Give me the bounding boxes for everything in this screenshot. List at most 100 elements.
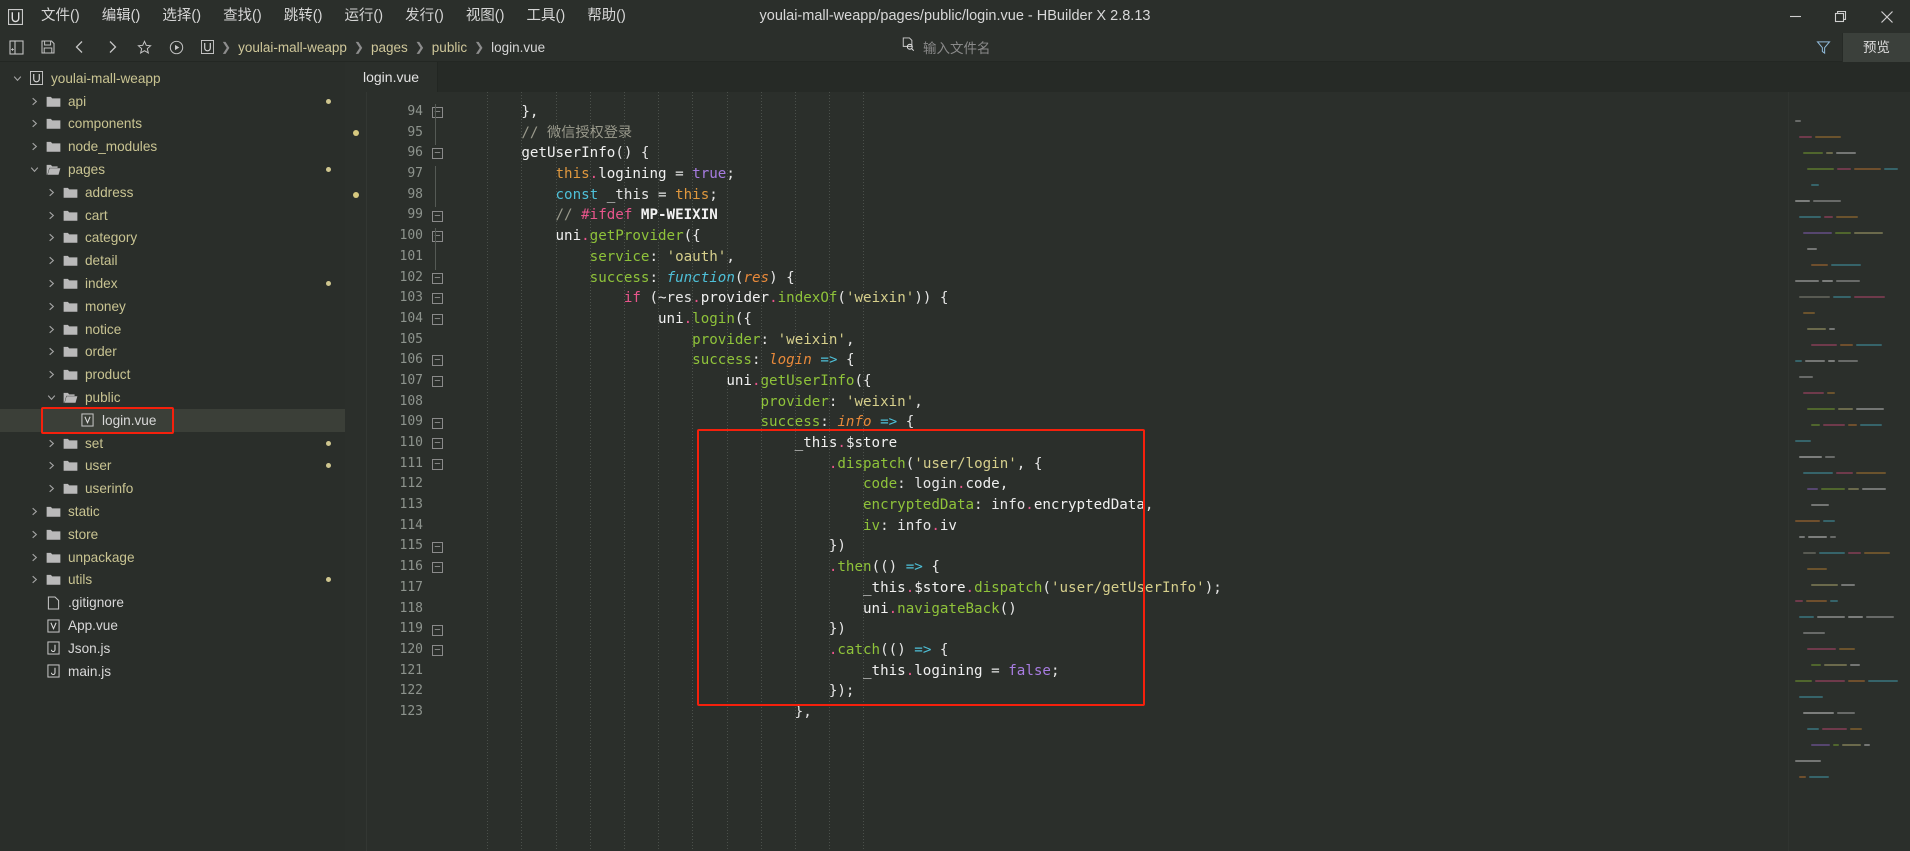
- chevron-right-icon[interactable]: [25, 96, 43, 107]
- tree-item-user[interactable]: user: [0, 455, 345, 478]
- code-line[interactable]: _this.$store: [449, 433, 1788, 454]
- code-line[interactable]: uni.navigateBack(): [449, 599, 1788, 620]
- code-line[interactable]: // #ifdef MP-WEIXIN: [449, 205, 1788, 226]
- code-line[interactable]: success: login => {: [449, 350, 1788, 371]
- code-text[interactable]: }, // 微信授权登录 getUserInfo() { this.logini…: [449, 92, 1788, 723]
- chevron-right-icon[interactable]: [42, 210, 60, 221]
- tree-item-cart[interactable]: cart: [0, 204, 345, 227]
- tree-item-money[interactable]: money: [0, 295, 345, 318]
- code-line[interactable]: code: login.code,: [449, 474, 1788, 495]
- code-area[interactable]: }, // 微信授权登录 getUserInfo() { this.logini…: [449, 92, 1788, 851]
- chevron-right-icon[interactable]: [42, 301, 60, 312]
- breadcrumb[interactable]: ❯ youlai-mall-weapp ❯ pages ❯ public ❯ l…: [198, 40, 549, 55]
- code-line[interactable]: _this.$store.dispatch('user/getUserInfo'…: [449, 578, 1788, 599]
- chevron-right-icon[interactable]: [42, 255, 60, 266]
- bookmark-dot[interactable]: [353, 129, 359, 136]
- fold-toggle-icon[interactable]: –: [432, 210, 443, 222]
- tree-item-product[interactable]: product: [0, 363, 345, 386]
- vertical-scrollbar[interactable]: [1898, 92, 1910, 851]
- chevron-right-icon[interactable]: [42, 483, 60, 494]
- chevron-right-icon[interactable]: [25, 141, 43, 152]
- chevron-right-icon[interactable]: [42, 187, 60, 198]
- code-line[interactable]: provider: 'weixin',: [449, 392, 1788, 413]
- fold-toggle-icon[interactable]: –: [432, 148, 443, 160]
- back-button[interactable]: [64, 33, 96, 62]
- tree-item-node-modules[interactable]: node_modules: [0, 135, 345, 158]
- breadcrumb-item-project[interactable]: youlai-mall-weapp: [234, 40, 351, 55]
- tree-item-utils[interactable]: utils: [0, 569, 345, 592]
- code-line[interactable]: success: function(res) {: [449, 268, 1788, 289]
- code-line[interactable]: }): [449, 619, 1788, 640]
- tree-item-youlai-mall-weapp[interactable]: youlai-mall-weapp: [0, 67, 345, 90]
- save-button[interactable]: [32, 33, 64, 62]
- forward-button[interactable]: [96, 33, 128, 62]
- code-line[interactable]: }): [449, 536, 1788, 557]
- chevron-right-icon[interactable]: [42, 346, 60, 357]
- tree-item-app-vue[interactable]: App.vue: [0, 614, 345, 637]
- minimap[interactable]: [1788, 92, 1898, 851]
- tree-item-api[interactable]: api: [0, 90, 345, 113]
- code-line[interactable]: .then(() => {: [449, 557, 1788, 578]
- menu-item-find[interactable]: 查找(): [212, 0, 273, 33]
- chevron-right-icon[interactable]: [42, 232, 60, 243]
- menu-item-publish[interactable]: 发行(): [394, 0, 455, 33]
- editor-tabstrip[interactable]: login.vue: [345, 62, 1910, 92]
- star-icon[interactable]: [128, 33, 160, 62]
- menu-item-goto[interactable]: 跳转(): [273, 0, 334, 33]
- preview-button[interactable]: 预览: [1842, 32, 1910, 62]
- tree-item-category[interactable]: category: [0, 227, 345, 250]
- code-line[interactable]: encryptedData: info.encryptedData,: [449, 495, 1788, 516]
- code-line[interactable]: if (~res.provider.indexOf('weixin')) {: [449, 288, 1788, 309]
- close-button[interactable]: [1864, 0, 1910, 33]
- tree-item-public[interactable]: public: [0, 386, 345, 409]
- code-line[interactable]: _this.logining = false;: [449, 661, 1788, 682]
- breadcrumb-item-pages[interactable]: pages: [367, 40, 412, 55]
- minimize-button[interactable]: [1772, 0, 1818, 33]
- menu-item-run[interactable]: 运行(): [333, 0, 394, 33]
- tree-item-notice[interactable]: notice: [0, 318, 345, 341]
- chevron-right-icon[interactable]: [42, 278, 60, 289]
- funnel-icon[interactable]: [1808, 40, 1838, 55]
- fold-toggle-icon[interactable]: –: [432, 107, 443, 118]
- breadcrumb-item-file[interactable]: login.vue: [487, 40, 549, 55]
- chevron-right-icon[interactable]: [42, 438, 60, 449]
- tree-item-pages[interactable]: pages: [0, 158, 345, 181]
- tree-item-store[interactable]: store: [0, 523, 345, 546]
- tab-login-vue[interactable]: login.vue: [345, 62, 439, 92]
- tree-item-userinfo[interactable]: userinfo: [0, 477, 345, 500]
- tree-item-address[interactable]: address: [0, 181, 345, 204]
- fold-toggle-icon[interactable]: –: [432, 293, 443, 305]
- breadcrumb-item-public[interactable]: public: [428, 40, 471, 55]
- menu-item-select[interactable]: 选择(): [151, 0, 212, 33]
- chevron-right-icon[interactable]: [25, 118, 43, 129]
- tree-item-index[interactable]: index: [0, 272, 345, 295]
- fold-toggle-icon[interactable]: –: [432, 355, 443, 367]
- code-line[interactable]: success: info => {: [449, 412, 1788, 433]
- chevron-right-icon[interactable]: [42, 324, 60, 335]
- fold-toggle-icon[interactable]: –: [432, 438, 443, 450]
- code-line[interactable]: .dispatch('user/login', {: [449, 454, 1788, 475]
- tree-item--gitignore[interactable]: .gitignore: [0, 591, 345, 614]
- menu-item-file[interactable]: 文件(): [30, 0, 91, 33]
- tree-item-main-js[interactable]: main.js: [0, 660, 345, 683]
- fold-toggle-icon[interactable]: –: [432, 624, 443, 636]
- tree-item-unpackage[interactable]: unpackage: [0, 546, 345, 569]
- code-line[interactable]: uni.getProvider({: [449, 226, 1788, 247]
- chevron-right-icon[interactable]: [25, 506, 43, 517]
- chevron-down-icon[interactable]: [8, 73, 26, 84]
- menu-item-tools[interactable]: 工具(): [516, 0, 577, 33]
- code-line[interactable]: const _this = this;: [449, 185, 1788, 206]
- code-line[interactable]: // 微信授权登录: [449, 123, 1788, 144]
- fold-toggle-icon[interactable]: –: [432, 645, 443, 657]
- fold-toggle-icon[interactable]: –: [432, 376, 443, 388]
- menu-item-view[interactable]: 视图(): [455, 0, 516, 33]
- chevron-down-icon[interactable]: [42, 392, 60, 403]
- code-line[interactable]: uni.getUserInfo({: [449, 371, 1788, 392]
- fold-toggle-icon[interactable]: –: [432, 541, 443, 553]
- tree-item-components[interactable]: components: [0, 113, 345, 136]
- bookmark-dot[interactable]: [353, 191, 359, 198]
- chevron-down-icon[interactable]: [25, 164, 43, 175]
- tree-item-order[interactable]: order: [0, 341, 345, 364]
- project-explorer[interactable]: youlai-mall-weapp api components node_modul…: [0, 62, 345, 851]
- tree-item-json-js[interactable]: Json.js: [0, 637, 345, 660]
